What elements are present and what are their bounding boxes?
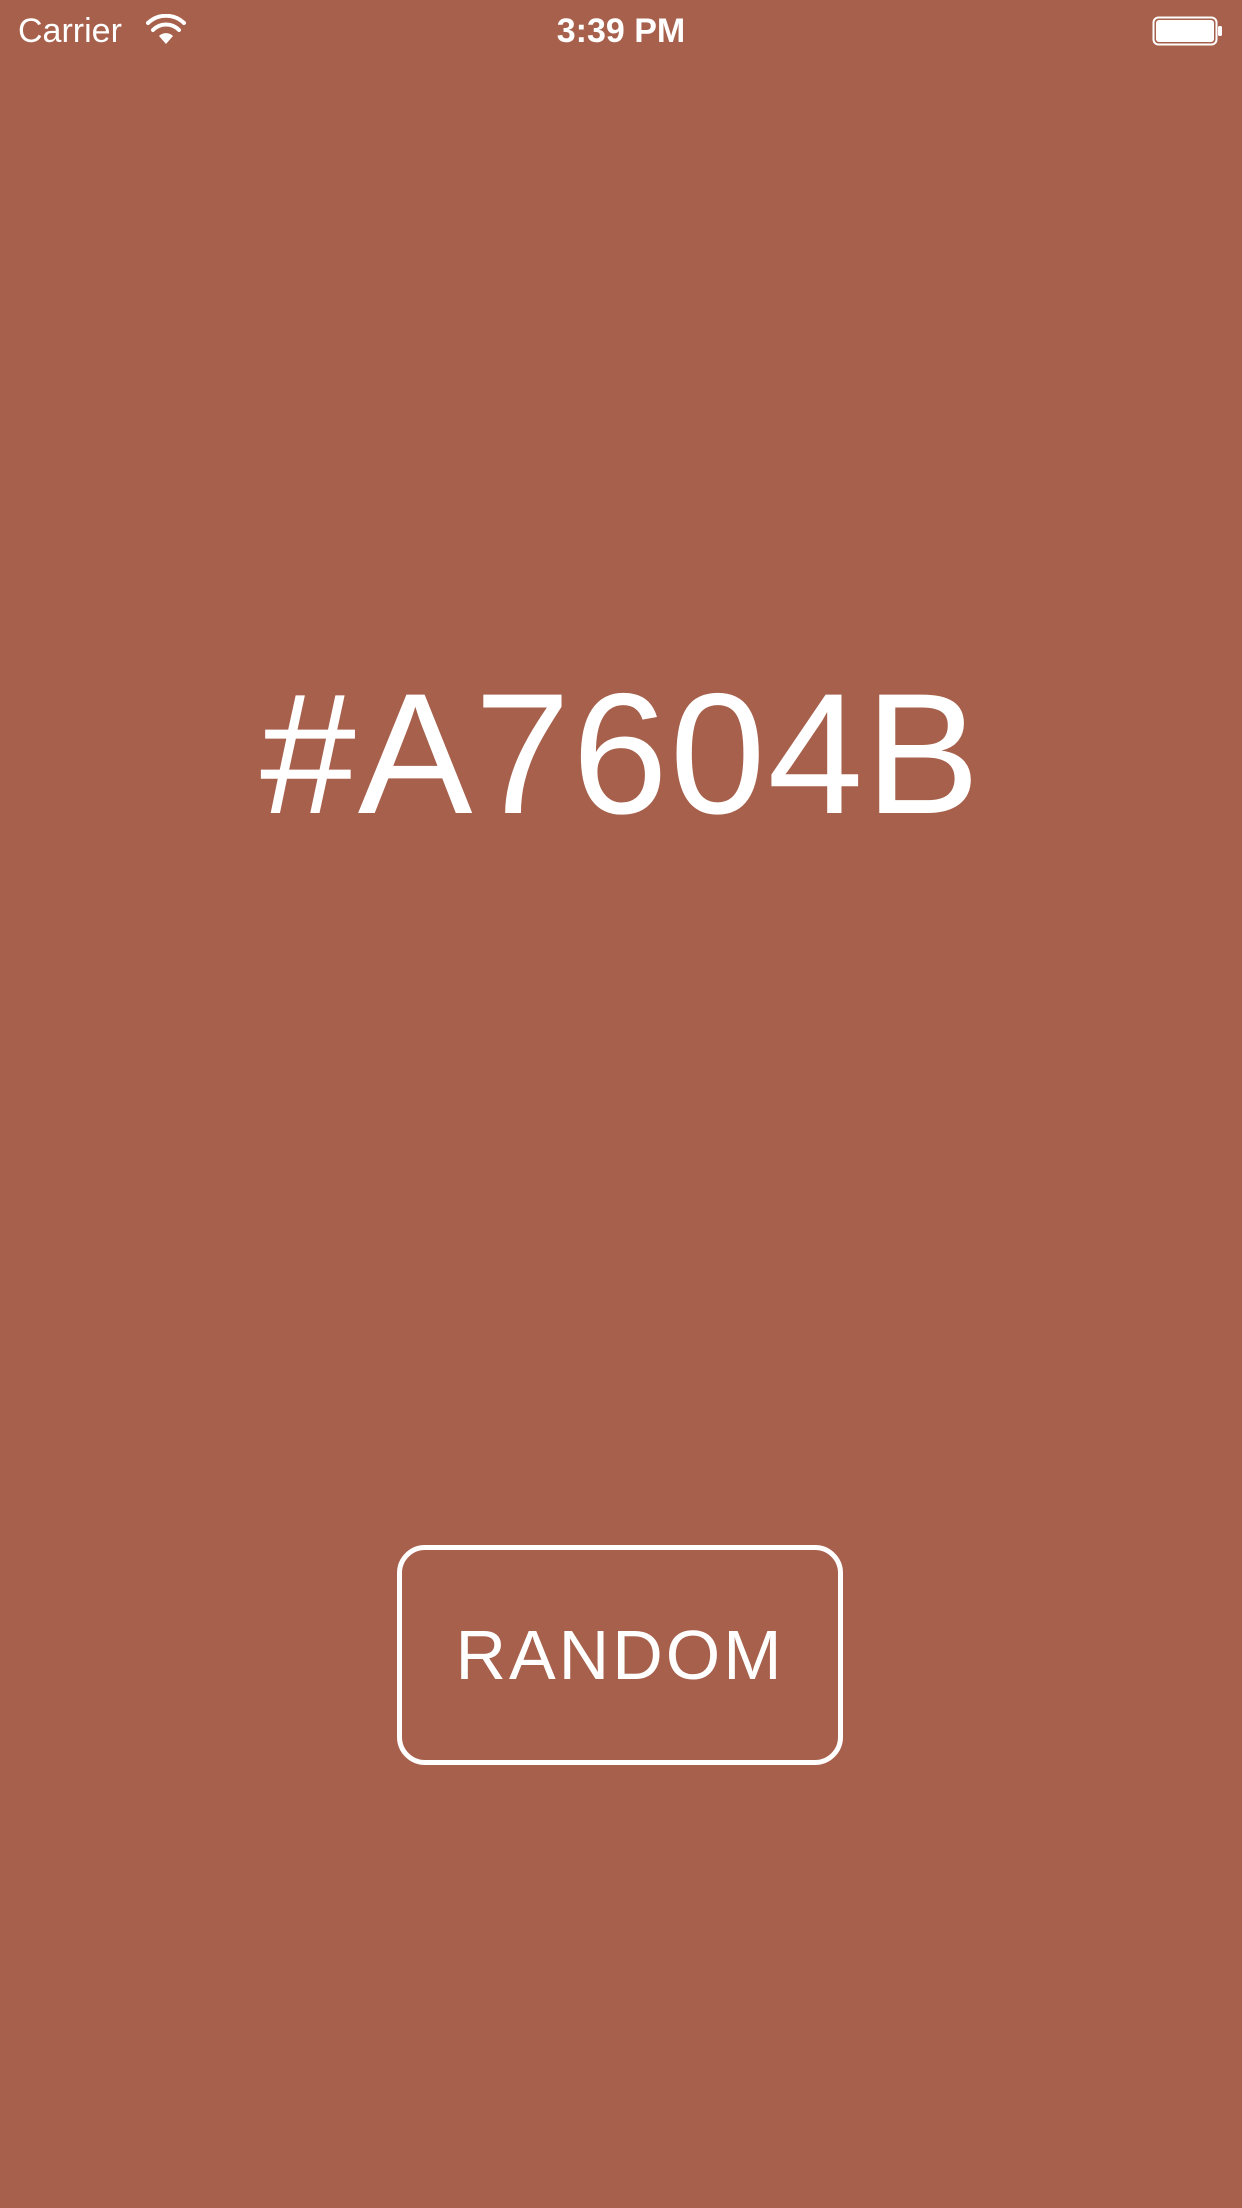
battery-icon xyxy=(1152,16,1224,46)
clock-time: 3:39 PM xyxy=(556,12,686,50)
random-button-label: RANDOM xyxy=(455,1616,785,1694)
status-bar: Carrier 3:39 PM xyxy=(0,0,1242,62)
hex-color-label: #A7604B xyxy=(260,658,982,850)
app-screen: { "status_bar": { "carrier": "Carrier", … xyxy=(0,0,1242,2208)
random-button[interactable]: RANDOM xyxy=(397,1545,843,1765)
